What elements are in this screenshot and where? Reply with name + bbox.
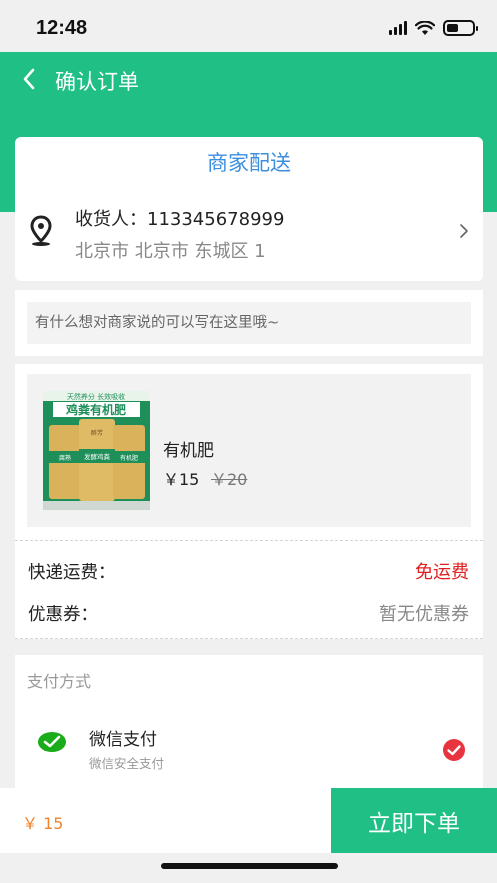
status-icons: [389, 20, 478, 36]
product-price: ￥15: [163, 470, 200, 489]
chevron-left-icon: [23, 68, 35, 90]
product-image: 天然养分 长效吸收 鸡粪有机肥 发酵鸡粪 腐熟 有机肥 醉芳: [43, 391, 150, 510]
product-image-bag-text-3: 有机肥: [120, 454, 138, 462]
product-image-bag-text-2: 腐熟: [59, 454, 71, 462]
status-bar: 12:48: [0, 0, 497, 52]
battery-icon: [443, 20, 478, 36]
delivery-method-tab[interactable]: 商家配送: [15, 147, 483, 177]
bottom-bar: ￥ 15 立即下单: [0, 788, 497, 853]
home-indicator[interactable]: [161, 863, 338, 869]
back-button[interactable]: [16, 64, 42, 94]
receiver-info[interactable]: 收货人：113345678999: [75, 205, 284, 231]
goods-card: 天然养分 长效吸收 鸡粪有机肥 发酵鸡粪 腐熟 有机肥 醉芳 有机肥 ￥15 ￥…: [15, 364, 483, 639]
divider: [15, 540, 483, 541]
payment-section-title: 支付方式: [27, 672, 92, 691]
status-time: 12:48: [36, 17, 88, 39]
payment-method-name[interactable]: 微信支付: [89, 725, 157, 750]
product-image-bag-text-1: 发酵鸡粪: [84, 452, 111, 461]
product-item[interactable]: 天然养分 长效吸收 鸡粪有机肥 发酵鸡粪 腐熟 有机肥 醉芳 有机肥 ￥15 ￥…: [27, 374, 471, 527]
payment-card: 支付方式 微信支付 微信安全支付: [15, 655, 483, 790]
home-bar: [0, 853, 497, 883]
product-image-brand: 醉芳: [91, 429, 103, 437]
coupon-label: 优惠券：: [28, 605, 98, 625]
product-image-banner: 天然养分 长效吸收: [67, 392, 125, 401]
page-title: 确认订单: [55, 70, 139, 94]
product-image-title: 鸡粪有机肥: [65, 402, 126, 417]
location-pin-icon: [30, 215, 52, 246]
payment-method-subtitle: 微信安全支付: [89, 756, 165, 771]
shipping-value: 免运费: [415, 562, 469, 583]
signal-icon: [389, 21, 407, 35]
product-original-price: ￥20: [211, 470, 248, 489]
submit-order-button[interactable]: 立即下单: [331, 788, 497, 853]
product-name: 有机肥: [163, 441, 214, 461]
wifi-icon: [415, 20, 435, 35]
check-circle-icon[interactable]: [442, 738, 466, 762]
divider: [15, 638, 483, 639]
merchant-note-input[interactable]: [27, 302, 471, 344]
note-card: [15, 290, 483, 356]
wechat-pay-icon: [38, 732, 66, 752]
shipping-label: 快递运费：: [28, 563, 116, 583]
total-price: ￥ 15: [22, 814, 64, 833]
coupon-value[interactable]: 暂无优惠券: [379, 600, 469, 626]
chevron-right-icon[interactable]: [459, 223, 469, 239]
delivery-address[interactable]: 北京市 北京市 东城区 1: [75, 237, 266, 263]
